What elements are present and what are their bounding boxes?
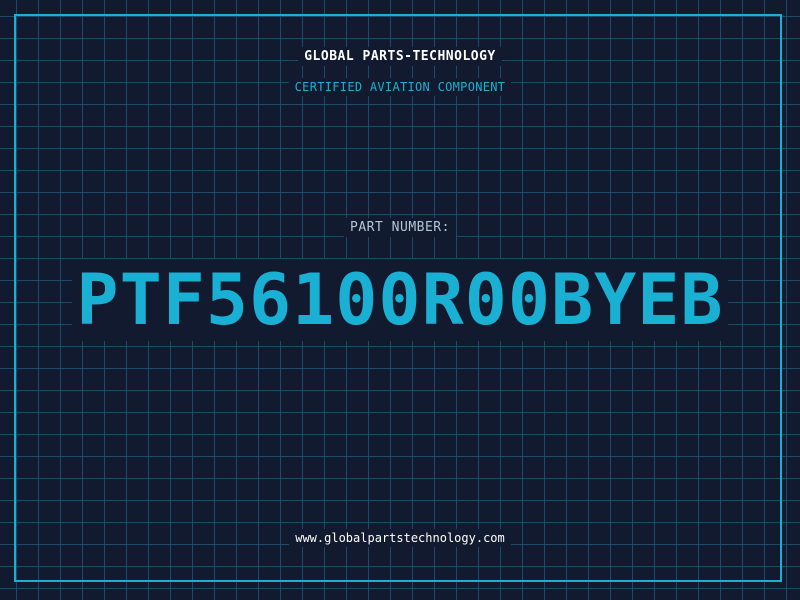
label-page: { "header": { "company": "GLOBAL PARTS-T… <box>0 0 800 600</box>
certification-subtitle: CERTIFIED AVIATION COMPONENT <box>0 78 800 96</box>
website-url: www.globalpartstechnology.com <box>0 529 800 547</box>
part-number-value: PTF56100R00BYEB <box>0 259 800 341</box>
company-title-text: GLOBAL PARTS-TECHNOLOGY <box>298 47 502 66</box>
certification-subtitle-text: CERTIFIED AVIATION COMPONENT <box>288 78 512 96</box>
part-number-value-text: PTF56100R00BYEB <box>72 259 728 341</box>
company-title: GLOBAL PARTS-TECHNOLOGY <box>0 47 800 66</box>
website-url-text: www.globalpartstechnology.com <box>289 529 511 547</box>
part-number-label-text: PART NUMBER: <box>344 218 456 237</box>
part-number-label: PART NUMBER: <box>0 218 800 237</box>
